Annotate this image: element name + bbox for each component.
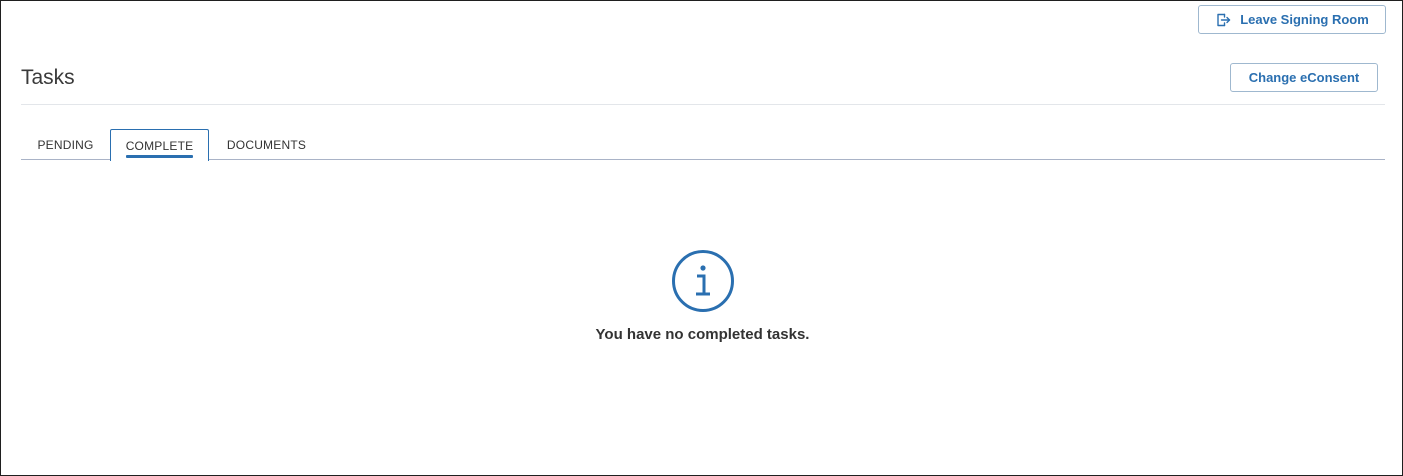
- empty-state-message: You have no completed tasks.: [595, 326, 810, 343]
- leave-signing-room-label: Leave Signing Room: [1240, 12, 1369, 27]
- leave-signing-room-button[interactable]: Leave Signing Room: [1198, 5, 1386, 34]
- tab-complete-label: COMPLETE: [125, 138, 194, 153]
- task-tabs: PENDING COMPLETE DOCUMENTS: [21, 129, 1385, 161]
- change-econsent-button[interactable]: Change eConsent: [1230, 63, 1378, 92]
- tab-pending[interactable]: PENDING: [21, 129, 110, 160]
- empty-state: You have no completed tasks.: [1, 249, 1403, 343]
- active-tab-indicator: [126, 155, 193, 158]
- exit-icon: [1215, 12, 1231, 28]
- info-icon: [671, 249, 735, 313]
- tab-documents[interactable]: DOCUMENTS: [210, 129, 323, 160]
- page-title: Tasks: [21, 66, 75, 89]
- signing-room-window: Leave Signing Room Tasks Change eConsent…: [0, 0, 1403, 476]
- tab-complete[interactable]: COMPLETE: [110, 129, 209, 161]
- header-divider: [21, 104, 1385, 105]
